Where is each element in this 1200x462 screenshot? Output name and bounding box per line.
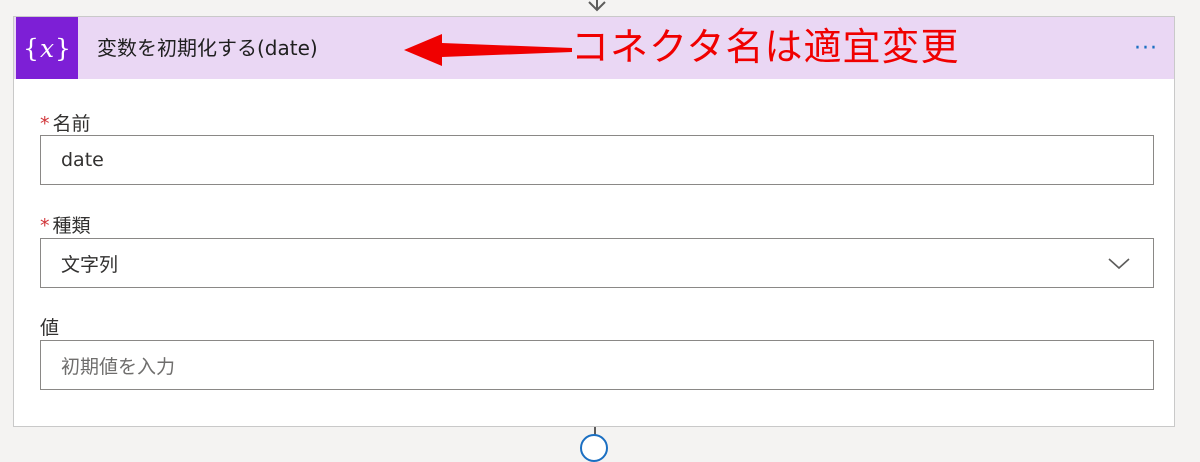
name-input-value: date (61, 149, 104, 171)
action-card-header[interactable]: {x} 変数を初期化する(date) コネクタ名は適宜変更 ··· (14, 17, 1174, 79)
required-marker: * (40, 113, 50, 135)
chevron-down-icon[interactable] (1107, 253, 1131, 273)
value-input[interactable]: 初期値を入力 (40, 340, 1154, 390)
more-options-button[interactable]: ··· (1126, 35, 1166, 61)
value-input-placeholder: 初期値を入力 (61, 355, 176, 378)
initialize-variable-action-card: {x} 変数を初期化する(date) コネクタ名は適宜変更 ··· * 名前 da… (13, 16, 1175, 427)
variable-icon-glyph: {x} (23, 33, 71, 63)
type-label-text: 種類 (52, 215, 91, 237)
action-title[interactable]: 変数を初期化する(date) (97, 17, 318, 79)
type-dropdown[interactable]: 文字列 (40, 238, 1154, 288)
add-step-button[interactable] (580, 434, 608, 462)
annotation-arrow-icon (404, 34, 572, 66)
variable-icon: {x} (16, 17, 78, 79)
type-dropdown-value: 文字列 (61, 253, 119, 276)
name-label-text: 名前 (52, 113, 91, 135)
value-label-text: 値 (40, 317, 60, 339)
annotation-text: コネクタ名は適宜変更 (571, 25, 960, 69)
name-input[interactable]: date (40, 135, 1154, 185)
type-field-label: * 種類 (40, 211, 91, 238)
required-marker: * (40, 215, 50, 237)
value-field-label: 値 (40, 313, 59, 340)
name-field-label: * 名前 (40, 109, 91, 136)
